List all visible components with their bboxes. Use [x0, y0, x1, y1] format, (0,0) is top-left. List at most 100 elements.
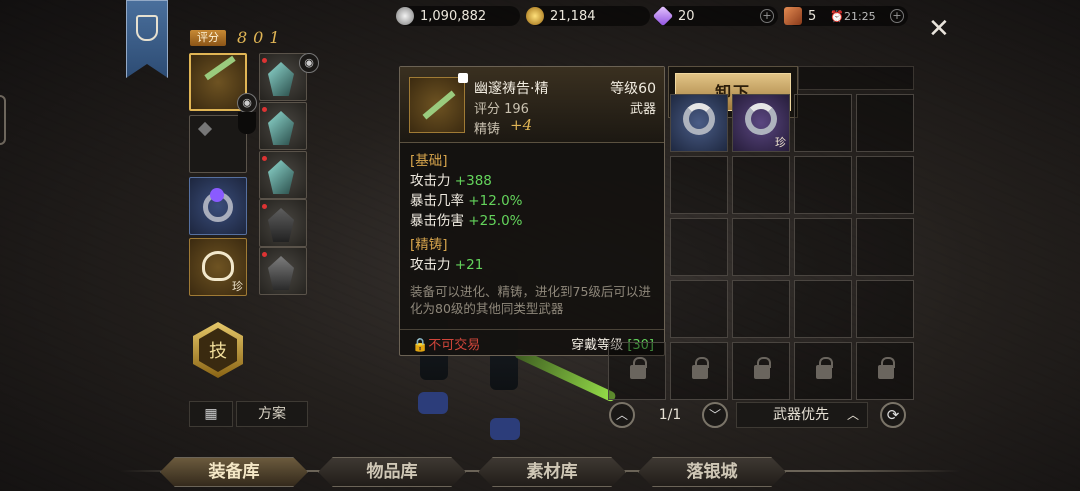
- padlock-icon: [816, 357, 833, 379]
- sort-label: 武器优先: [773, 407, 829, 423]
- skill-label: 技: [199, 328, 237, 372]
- gold-currency: 21,184: [526, 6, 650, 26]
- tooltip-body: [基础] 攻击力 +388 暴击几率 +12.0% 暴击伤害 +25.0% [精…: [410, 151, 656, 317]
- wing-accessory-icon: [202, 251, 234, 281]
- legs-icon: [268, 208, 294, 242]
- stat-row: 攻击力 +21: [410, 257, 484, 273]
- ring-icon: [745, 103, 777, 135]
- score-label: 评分: [190, 30, 226, 46]
- legs-slot[interactable]: [259, 199, 307, 247]
- eye-icon[interactable]: ◉: [237, 93, 257, 113]
- item-tooltip: 幽邃祷告·精 等级60 评分 196 武器 精铸 +4 [基础] 攻击力 +38…: [399, 66, 665, 356]
- ticket-currency: 5 ⏰21:25 +: [784, 6, 908, 26]
- locked-inventory-slot[interactable]: [732, 342, 790, 400]
- padlock-icon: [878, 357, 895, 379]
- ring-slot[interactable]: [189, 177, 247, 235]
- inventory-slot[interactable]: [856, 280, 914, 338]
- tab-items[interactable]: 物品库: [318, 457, 466, 487]
- ticket-icon: [784, 7, 802, 25]
- stat-row: 暴击几率 +12.0%: [410, 193, 523, 209]
- gloves-slot[interactable]: [259, 247, 307, 295]
- helmet-icon: [268, 62, 294, 96]
- armor-slot[interactable]: [259, 102, 307, 150]
- inventory-slot[interactable]: [670, 218, 728, 276]
- padlock-icon: [692, 357, 709, 379]
- side-drawer-handle[interactable]: [0, 95, 6, 145]
- inventory-slot[interactable]: [670, 94, 728, 152]
- inventory-slot[interactable]: [794, 94, 852, 152]
- base-section-title: [基础]: [410, 153, 448, 169]
- toggle-handle[interactable]: [238, 112, 256, 134]
- inventory-header: [798, 66, 914, 90]
- refine-value: +4: [510, 116, 533, 134]
- tab-luoyin-city[interactable]: 落银城: [638, 457, 786, 487]
- accessory-slot[interactable]: 珍: [189, 238, 247, 296]
- chevron-up-icon: ︿: [846, 408, 859, 422]
- inventory-slot[interactable]: [732, 218, 790, 276]
- eye-toggle-icon[interactable]: ◉: [299, 53, 319, 73]
- inventory-slot[interactable]: [732, 280, 790, 338]
- inventory-slot[interactable]: [856, 218, 914, 276]
- rare-mark: 珍: [775, 136, 786, 149]
- weapon-icon: [409, 77, 465, 133]
- silver-coin-icon: [396, 7, 414, 25]
- inventory-slot[interactable]: [794, 280, 852, 338]
- diamond-currency: 20 +: [652, 5, 778, 27]
- item-type: 武器: [629, 102, 656, 117]
- refine-section-title: [精铸]: [410, 237, 448, 253]
- inventory-slot[interactable]: [670, 280, 728, 338]
- silver-amount: 1,090,882: [420, 8, 487, 24]
- inventory-slot[interactable]: [856, 156, 914, 214]
- grid-view-icon[interactable]: ▦: [189, 401, 233, 427]
- add-diamond-button[interactable]: +: [760, 9, 774, 23]
- shoulder-slot[interactable]: [259, 151, 307, 199]
- scythe-weapon-icon: [204, 55, 236, 81]
- ring-icon: [683, 103, 715, 135]
- stat-row: 攻击力 +388: [410, 173, 492, 189]
- item-description: 装备可以进化、精铸，进化到75级后可以进化为80级的其他同类型武器: [410, 284, 651, 316]
- inventory-slot[interactable]: [732, 156, 790, 214]
- tab-materials[interactable]: 素材库: [478, 457, 626, 487]
- page-up-button[interactable]: ︿: [609, 402, 635, 428]
- clock-text: ⏰21:25: [830, 9, 876, 23]
- gold-coin-icon: [526, 7, 544, 25]
- item-name: 幽邃祷告·精: [474, 81, 549, 97]
- locked-inventory-slot[interactable]: [856, 342, 914, 400]
- score-value: 801: [237, 28, 286, 47]
- stat-row: 暴击伤害 +25.0%: [410, 213, 523, 229]
- gem-icon: [210, 188, 224, 202]
- diamond-amount: 20: [678, 8, 695, 24]
- add-ticket-button[interactable]: +: [890, 9, 904, 23]
- untradeable-label: 🔒不可交易: [412, 338, 481, 353]
- ticket-amount: 5: [808, 8, 817, 24]
- inventory-slot[interactable]: 珍: [732, 94, 790, 152]
- plan-button[interactable]: 方案: [236, 401, 308, 427]
- tooltip-header: 幽邃祷告·精 等级60 评分 196 武器 精铸 +4: [400, 67, 664, 143]
- locked-inventory-slot[interactable]: [670, 342, 728, 400]
- equipped-shirt-icon: [458, 73, 468, 83]
- page-down-button[interactable]: ﹀: [702, 402, 728, 428]
- inventory-slot[interactable]: [794, 156, 852, 214]
- item-score: 评分 196: [474, 102, 529, 117]
- close-icon[interactable]: ✕: [928, 16, 950, 42]
- silver-currency: 1,090,882: [396, 6, 520, 26]
- gold-amount: 21,184: [550, 8, 596, 24]
- rare-mark: 珍: [232, 280, 243, 293]
- page-indicator: 1/1: [658, 407, 682, 423]
- gloves-icon: [268, 256, 294, 290]
- locked-inventory-slot[interactable]: [608, 342, 666, 400]
- refresh-icon[interactable]: ⟳: [880, 402, 906, 428]
- padlock-icon: [754, 357, 771, 379]
- inventory-slot[interactable]: [794, 218, 852, 276]
- item-level: 等级60: [610, 81, 656, 97]
- inventory-slot[interactable]: [670, 156, 728, 214]
- refine-label: 精铸: [474, 122, 501, 137]
- armor-icon: [268, 111, 294, 145]
- dagger-icon: [197, 121, 213, 137]
- locked-inventory-slot[interactable]: [794, 342, 852, 400]
- shoulder-icon: [268, 160, 294, 194]
- sort-dropdown[interactable]: 武器优先 ︿: [736, 402, 868, 428]
- tab-equipment[interactable]: 装备库: [160, 457, 308, 487]
- padlock-icon: [630, 357, 647, 379]
- inventory-slot[interactable]: [856, 94, 914, 152]
